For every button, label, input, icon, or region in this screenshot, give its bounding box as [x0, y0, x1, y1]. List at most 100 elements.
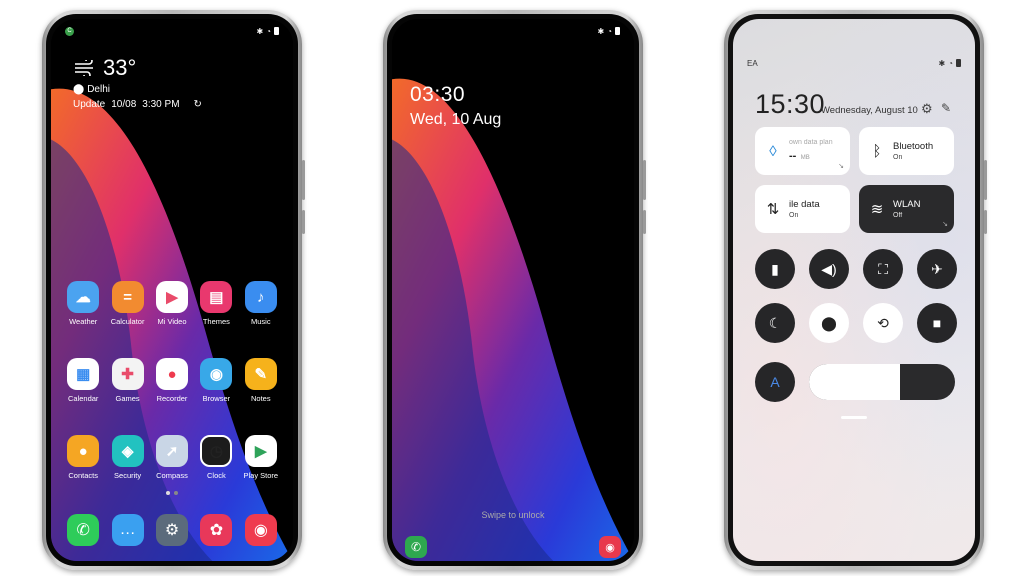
page-dot[interactable] — [166, 491, 170, 495]
status-bar: C ✱ ◔ — [65, 25, 279, 37]
play-icon: ▶ — [155, 281, 188, 313]
gallery-icon[interactable]: ✿ — [200, 514, 233, 546]
drag-handle[interactable] — [841, 416, 867, 419]
camera-icon[interactable]: ◉ — [244, 514, 277, 546]
compass-icon: ➚ — [155, 435, 188, 467]
app-label: Weather — [69, 317, 98, 326]
alarm-icon: ◔ — [948, 58, 953, 68]
tile-value: -- — [789, 149, 797, 162]
app-label: Calendar — [67, 394, 99, 403]
screenshot-toggle[interactable]: ⛶ — [863, 249, 903, 289]
app-label: Calculator — [110, 317, 145, 326]
battery-icon — [274, 27, 279, 35]
app-contacts[interactable]: ● Contacts — [61, 435, 105, 480]
camera-shortcut-icon[interactable]: ◉ — [599, 536, 621, 558]
app-weather[interactable]: ☁ Weather — [61, 281, 105, 326]
page-dot[interactable] — [174, 491, 178, 495]
auto-brightness-toggle[interactable]: A — [755, 362, 795, 402]
dark-mode-toggle[interactable]: ☾ — [755, 303, 795, 343]
alarm-icon: ◔ — [607, 26, 612, 36]
edit-icon[interactable]: ✎ — [941, 101, 951, 115]
update-label: Update — [73, 99, 106, 110]
power-button — [984, 210, 987, 234]
airplane-toggle[interactable]: ✈ — [917, 249, 957, 289]
carrier-label: EA — [747, 58, 758, 68]
app-recorder[interactable]: ● Recorder — [150, 358, 194, 403]
app-calculator[interactable]: = Calculator — [105, 281, 149, 326]
flashlight-toggle[interactable]: ▮ — [755, 249, 795, 289]
app-label: Security — [114, 471, 142, 480]
bluetooth-icon: ✱ — [256, 26, 264, 36]
notes-icon: ✎ — [244, 358, 277, 390]
app-grid: ☁ Weather = Calculator ▶ Mi Video ▤ Themes ♪ Musi… — [61, 281, 283, 480]
update-date: 10/08 — [111, 99, 137, 110]
app-games[interactable]: ✚ Games — [105, 358, 149, 403]
app-label: Browser — [202, 394, 231, 403]
brightness-fill — [809, 364, 900, 400]
tile-unit: MB — [800, 154, 810, 161]
app-label: Contacts — [68, 471, 98, 480]
app-clock[interactable]: ◷ Clock — [194, 435, 238, 480]
contacts-icon: ● — [67, 435, 100, 467]
screen-record-toggle[interactable]: ■ — [917, 303, 957, 343]
auto-brightness-label: A — [770, 374, 780, 390]
brightness-slider[interactable] — [809, 364, 955, 400]
weather-icon: ☁ — [67, 281, 100, 313]
bluetooth-tile[interactable]: ᛒ Bluetooth On — [859, 127, 954, 175]
app-label: Compass — [156, 471, 188, 480]
app-browser[interactable]: ◉ Browser — [194, 358, 238, 403]
app-label: Play Store — [243, 471, 279, 480]
phone-icon[interactable]: ✆ — [67, 514, 100, 546]
status-badge: C — [65, 26, 74, 36]
app-notes[interactable]: ✎ Notes — [239, 358, 283, 403]
security-icon: ◈ — [111, 435, 144, 467]
app-music[interactable]: ♪ Music — [239, 281, 283, 326]
settings-icon[interactable]: ⚙ — [155, 514, 188, 546]
power-button — [302, 210, 305, 234]
tile-title: WLAN — [893, 199, 921, 210]
app-security[interactable]: ◈ Security — [105, 435, 149, 480]
volume-button — [643, 160, 646, 200]
phone-lock-screen: ✱ ◔ 03:30 Wed, 10 Aug Swipe to unlock ✆ … — [383, 10, 646, 570]
app-compass[interactable]: ➚ Compass — [150, 435, 194, 480]
location-pin-icon: ⬤ — [73, 84, 85, 95]
wlan-tile[interactable]: ≋ WLAN Off ↘ — [859, 185, 954, 233]
phone-shortcut-icon[interactable]: ✆ — [405, 536, 427, 558]
browser-icon: ◉ — [200, 358, 233, 390]
calculator-icon: = — [111, 281, 144, 313]
auto-rotate-toggle[interactable]: ⟲ — [863, 303, 903, 343]
app-label: Themes — [202, 317, 230, 326]
speaker-icon: ◀) — [821, 260, 837, 277]
music-icon: ♪ — [244, 281, 277, 313]
swipe-hint: Swipe to unlock — [481, 510, 545, 520]
app-play-store[interactable]: ▶ Play Store — [239, 435, 283, 480]
status-bar: ✱ ◔ — [406, 25, 620, 37]
tile-title: Bluetooth — [893, 141, 934, 152]
tile-status: On — [893, 154, 903, 161]
battery-icon — [956, 59, 961, 67]
mobile-data-icon: ⇅ — [766, 201, 780, 218]
sound-toggle[interactable]: ◀) — [809, 249, 849, 289]
phone-home-screen: C ✱ ◔ 33° ⬤ Delhi Update 10/08 3:30 PM ↻… — [42, 10, 305, 570]
clock-icon: ◷ — [200, 435, 233, 467]
app-themes[interactable]: ▤ Themes — [194, 281, 238, 326]
app-label: Games — [115, 394, 140, 403]
mobile-data-tile[interactable]: ⇅ ile data On — [755, 185, 850, 233]
app-mi-video[interactable]: ▶ Mi Video — [150, 281, 194, 326]
games-icon: ✚ — [111, 358, 144, 390]
refresh-icon[interactable]: ↻ — [194, 99, 202, 110]
dock: ✆ … ⚙ ✿ ◉ — [61, 514, 283, 546]
update-time: 3:30 PM — [142, 99, 180, 110]
app-label: Notes — [251, 394, 271, 403]
weather-widget[interactable]: 33° ⬤ Delhi Update 10/08 3:30 PM ↻ — [73, 55, 202, 110]
cc-date: Wednesday, August 10 — [821, 105, 918, 116]
settings-icon[interactable]: ⚙ — [921, 101, 933, 117]
messages-icon[interactable]: … — [111, 514, 144, 546]
data-usage-tile[interactable]: ◊ own data plan -- MB ↘ — [755, 127, 850, 175]
volume-button — [302, 160, 305, 200]
moon-icon: ☾ — [768, 314, 782, 331]
app-label: Mi Video — [157, 317, 187, 326]
app-calendar[interactable]: ▦ Calendar — [61, 358, 105, 403]
water-drop-icon: ◊ — [769, 142, 777, 160]
location-toggle[interactable]: ⬤ — [809, 303, 849, 343]
